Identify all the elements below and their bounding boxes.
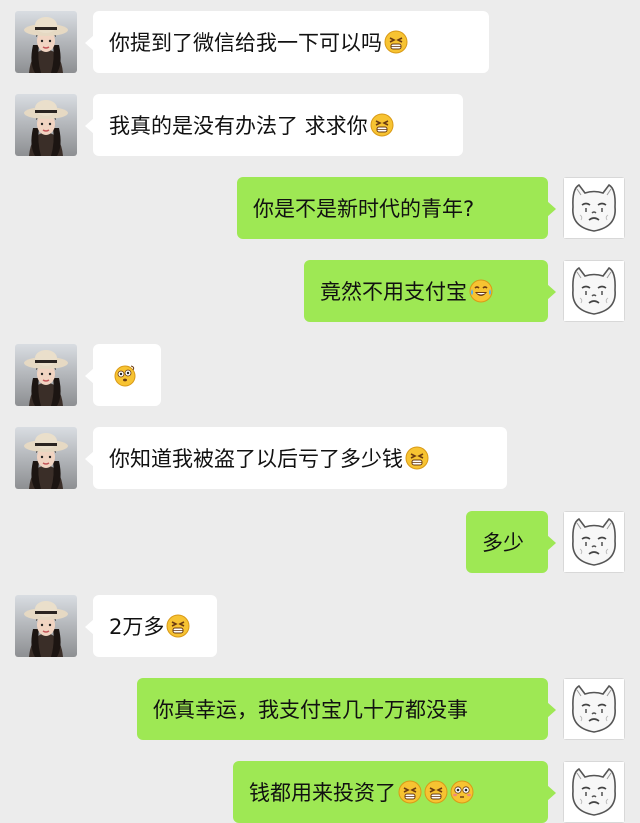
tears-of-joy-emoji <box>469 279 493 303</box>
flushed-emoji <box>450 780 474 804</box>
message-bubble-incoming[interactable]: 你提到了微信给我一下可以吗 <box>85 11 489 73</box>
contact-avatar[interactable] <box>15 344 77 406</box>
message-text: 钱都用来投资了 <box>249 781 396 805</box>
bubble-tail <box>547 284 556 300</box>
self-avatar[interactable] <box>563 260 625 322</box>
contact-avatar[interactable] <box>15 94 77 156</box>
contact-avatar[interactable] <box>15 11 77 73</box>
message-bubble-incoming[interactable]: 你知道我被盗了以后亏了多少钱 <box>85 427 507 489</box>
self-avatar[interactable] <box>563 511 625 573</box>
self-avatar[interactable] <box>563 177 625 239</box>
bubble-tail <box>85 619 94 635</box>
message-text: 2万多 <box>109 615 165 639</box>
message-bubble-outgoing[interactable]: 多少 <box>466 511 556 573</box>
message-text: 你提到了微信给我一下可以吗 <box>109 31 382 55</box>
bubble-tail <box>85 35 94 51</box>
bubble-tail <box>547 702 556 718</box>
grimace-emoji <box>370 113 394 137</box>
message-bubble-incoming[interactable]: 2万多 <box>85 595 217 657</box>
message-text: 你是不是新时代的青年? <box>253 197 475 221</box>
chat-area: 你提到了微信给我一下可以吗 我真的是没有办法了 求求你 你是不是新时代的青年? … <box>0 0 640 823</box>
grimace-emoji <box>384 30 408 54</box>
bubble-tail <box>547 785 556 801</box>
message-text: 你知道我被盗了以后亏了多少钱 <box>109 447 403 471</box>
bubble-tail <box>85 451 94 467</box>
message-bubble-outgoing[interactable]: 竟然不用支付宝 <box>304 260 556 322</box>
contact-avatar[interactable] <box>15 595 77 657</box>
grimace-emoji <box>398 780 422 804</box>
dizzy-emoji <box>113 363 137 387</box>
message-bubble-outgoing[interactable]: 钱都用来投资了 <box>233 761 556 823</box>
self-avatar[interactable] <box>563 761 625 823</box>
bubble-tail <box>547 535 556 551</box>
bubble-tail <box>85 118 94 134</box>
message-text: 多少 <box>482 531 524 555</box>
bubble-tail <box>85 368 94 384</box>
grimace-emoji <box>405 446 429 470</box>
bubble-tail <box>547 201 556 217</box>
message-bubble-outgoing[interactable]: 你是不是新时代的青年? <box>237 177 556 239</box>
message-text: 我真的是没有办法了 求求你 <box>109 114 368 138</box>
grimace-emoji <box>166 614 190 638</box>
message-bubble-incoming[interactable] <box>85 344 161 406</box>
message-text: 你真幸运，我支付宝几十万都没事 <box>153 698 468 722</box>
contact-avatar[interactable] <box>15 427 77 489</box>
self-avatar[interactable] <box>563 678 625 740</box>
grimace-emoji <box>424 780 448 804</box>
message-bubble-incoming[interactable]: 我真的是没有办法了 求求你 <box>85 94 463 156</box>
message-bubble-outgoing[interactable]: 你真幸运，我支付宝几十万都没事 <box>137 678 556 740</box>
message-text: 竟然不用支付宝 <box>320 280 467 304</box>
